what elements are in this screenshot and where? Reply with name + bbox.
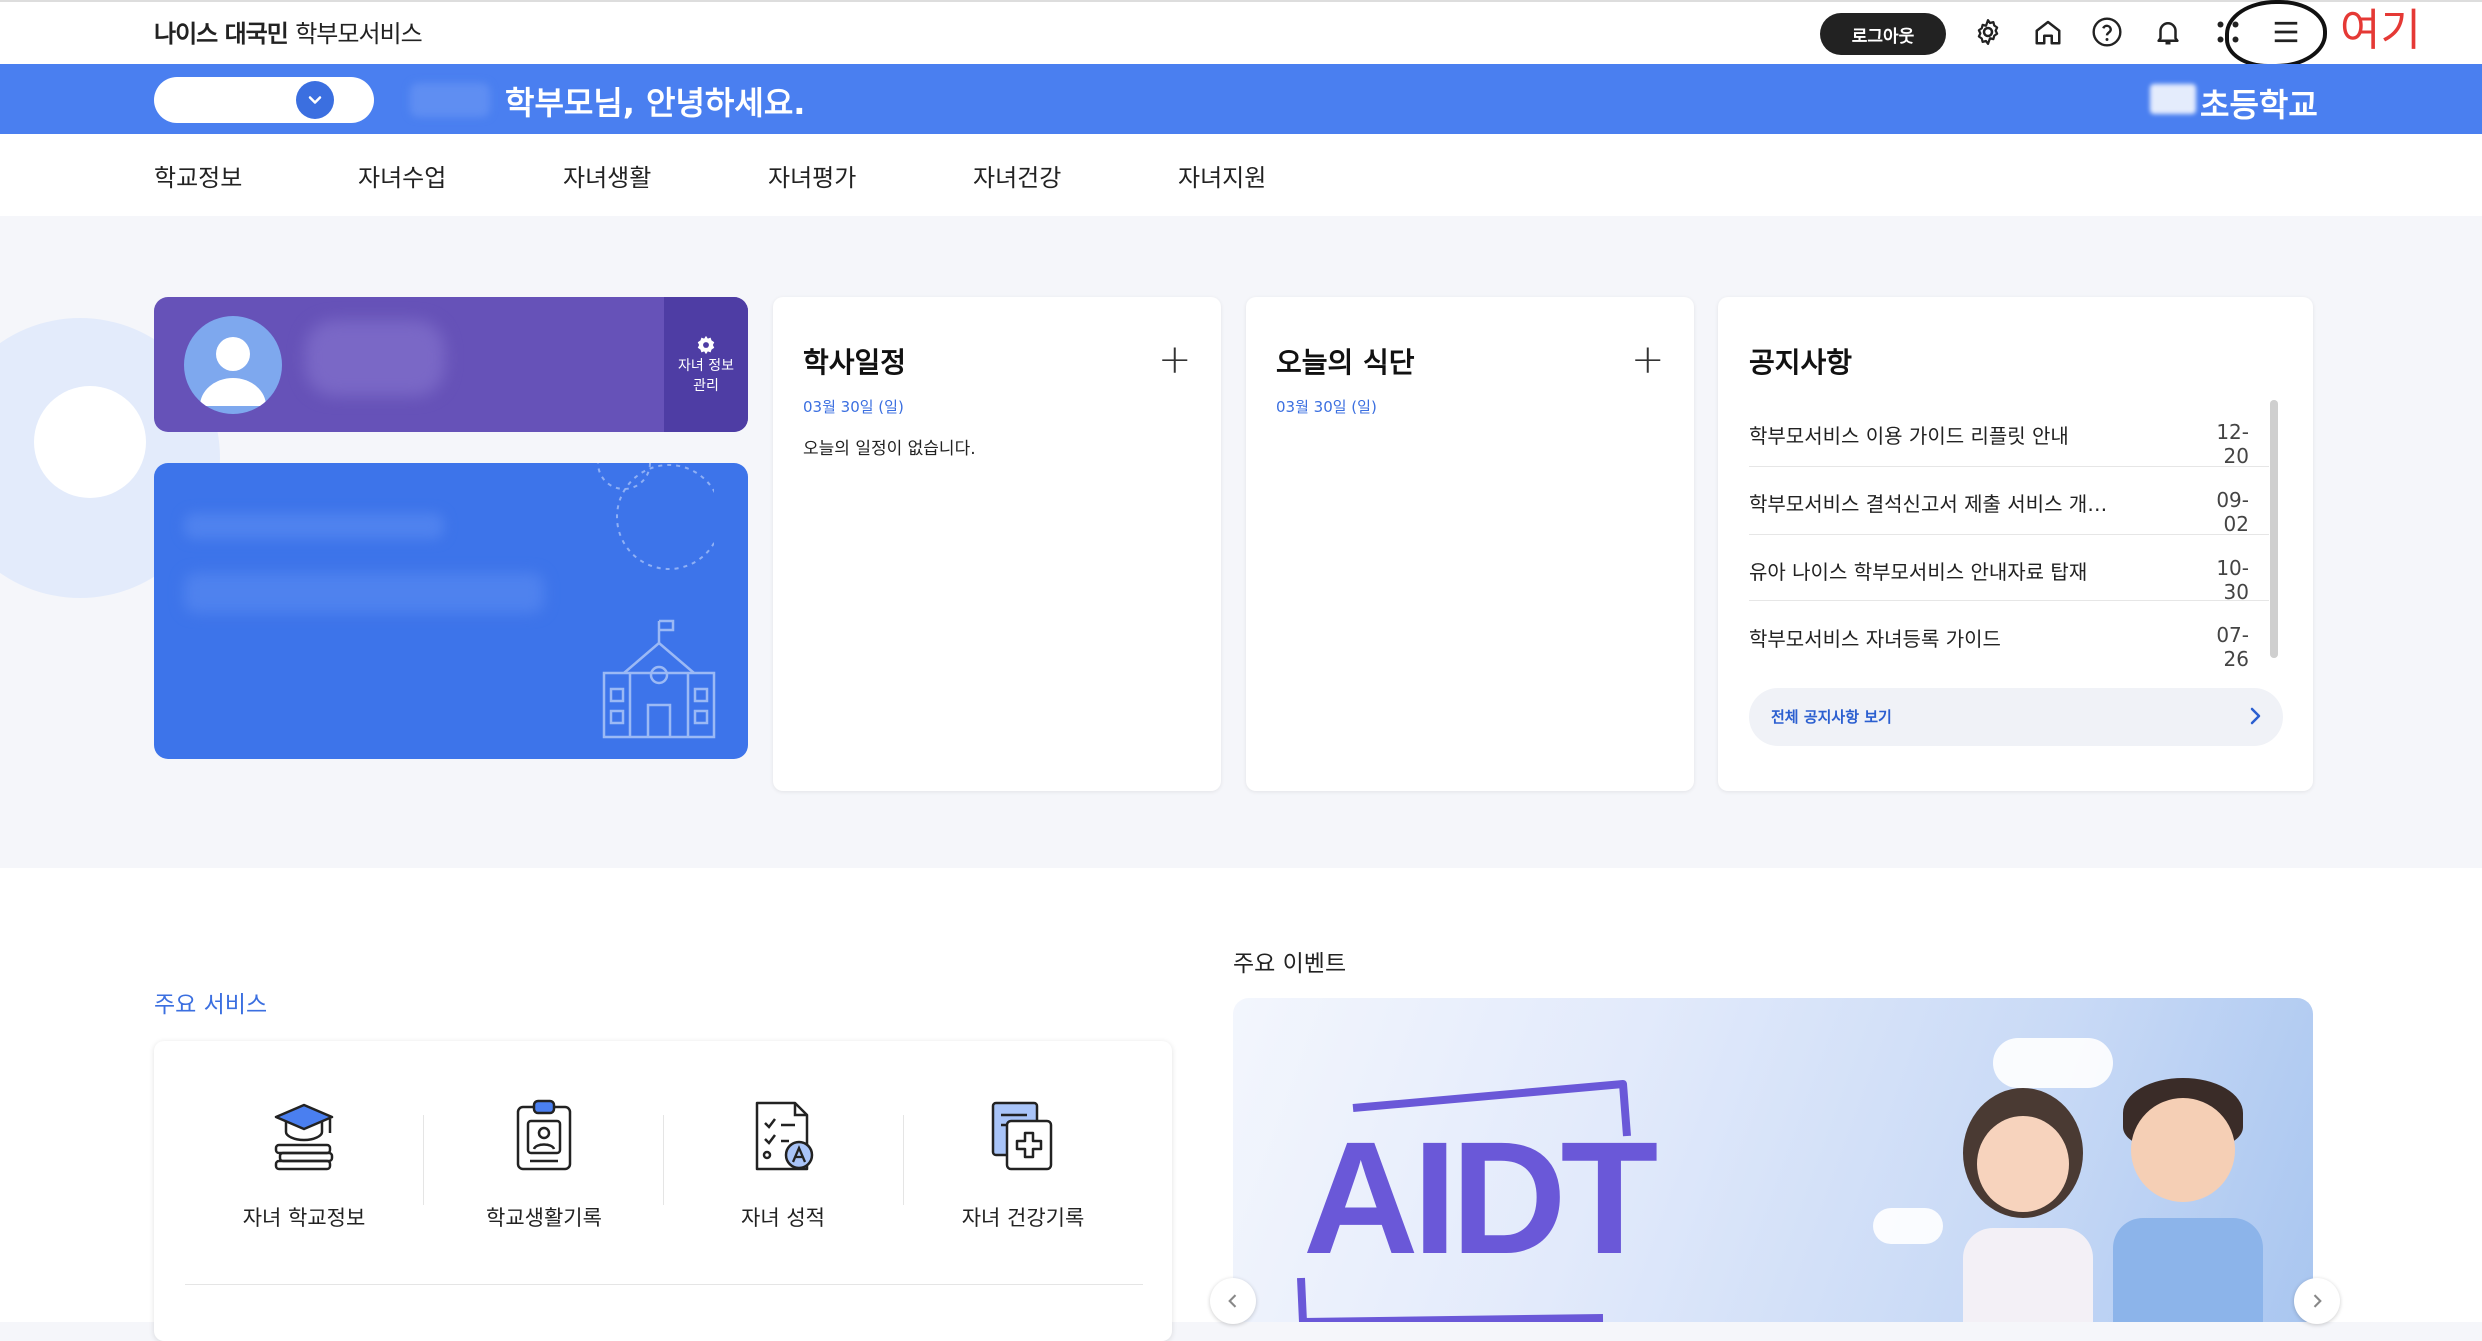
notice-date: 10-30 [2216, 556, 2249, 604]
graduation-books-icon[interactable] [264, 1095, 344, 1175]
service-child-grades[interactable]: 자녀 성적 [673, 1202, 893, 1232]
decorative-circle-inner [34, 386, 146, 498]
grade-checklist-icon[interactable] [743, 1095, 823, 1175]
service-school-life-record[interactable]: 학교생활기록 [434, 1202, 654, 1232]
home-icon[interactable] [2030, 14, 2066, 50]
nav-item-child-life[interactable]: 자녀생활 [563, 158, 651, 193]
manage-label-2: 관리 [693, 377, 719, 394]
notices-title: 공지사항 [1749, 346, 1853, 379]
notice-item[interactable]: 학부모서비스 자녀등록 가이드 [1749, 623, 2249, 652]
all-notices-button[interactable]: 전체 공지사항 보기 [1749, 688, 2283, 746]
carousel-next-button[interactable] [2294, 1278, 2340, 1324]
decorative-dashed-circles [597, 463, 714, 570]
school-name: 초등학교 [2200, 86, 2318, 124]
service-child-health-record[interactable]: 자녀 건강기록 [913, 1202, 1133, 1232]
blurred-child-name [410, 83, 490, 117]
help-icon[interactable] [2089, 14, 2125, 50]
divider [185, 1284, 1143, 1285]
notice-date: 07-26 [2216, 623, 2249, 671]
service-child-school-info[interactable]: 자녀 학교정보 [194, 1202, 414, 1232]
add-schedule-icon[interactable]: + [1158, 340, 1192, 380]
notice-date: 09-02 [2216, 488, 2249, 536]
nav-item-child-health[interactable]: 자녀건강 [973, 158, 1061, 193]
event-banner-title: AIDT [1303, 1108, 1658, 1287]
blurred-text [184, 573, 544, 613]
brand-light: 학부모서비스 [295, 20, 422, 48]
nav-item-school-info[interactable]: 학교정보 [154, 158, 242, 193]
child-select-dropdown[interactable] [154, 77, 374, 123]
student-boy-illustration [2113, 1078, 2263, 1322]
divider [1749, 600, 2269, 601]
divider [1749, 466, 2269, 467]
gear-icon[interactable] [1970, 14, 2006, 50]
clipboard-id-icon[interactable] [504, 1095, 584, 1175]
nav-item-child-evaluation[interactable]: 자녀평가 [768, 158, 856, 193]
add-meal-icon[interactable]: + [1631, 340, 1665, 380]
brand-bold: 나이스 대국민 [154, 20, 289, 48]
nav-item-child-support[interactable]: 자녀지원 [1178, 158, 1266, 193]
main-events-label: 주요 이벤트 [1233, 951, 1347, 977]
annotation-circle [2225, 0, 2327, 68]
greeting-text: 학부모님, 안녕하세요. [505, 84, 806, 122]
all-notices-label: 전체 공지사항 보기 [1771, 708, 1892, 726]
notice-item[interactable]: 학부모서비스 결석신고서 제출 서비스 개… [1749, 488, 2249, 517]
divider [423, 1115, 424, 1205]
divider [903, 1115, 904, 1205]
blurred-text [184, 513, 444, 539]
notice-date: 12-20 [2216, 420, 2249, 468]
event-banner[interactable]: AIDT [1233, 998, 2313, 1322]
child-info-manage-button[interactable]: 자녀 정보 관리 [664, 297, 748, 432]
gear-icon [697, 335, 715, 354]
cloud-decoration [1993, 1038, 2113, 1088]
schedule-empty-text: 오늘의 일정이 없습니다. [803, 439, 976, 459]
schedule-title: 학사일정 [803, 346, 907, 379]
meal-title: 오늘의 식단 [1276, 346, 1415, 379]
blurred-child-info [305, 320, 445, 396]
main-services-label: 주요 서비스 [154, 992, 268, 1018]
manage-label-1: 자녀 정보 [678, 357, 734, 374]
nav-item-child-class[interactable]: 자녀수업 [358, 158, 446, 193]
school-card[interactable] [154, 463, 748, 759]
chevron-right-icon [2243, 704, 2267, 732]
divider [1749, 534, 2269, 535]
brand-logo[interactable]: 나이스 대국민 학부모서비스 [154, 14, 423, 49]
carousel-prev-button[interactable] [1210, 1278, 1256, 1324]
schedule-date: 03월 30일 (일) [803, 398, 904, 416]
blurred-school-prefix [2150, 84, 2196, 114]
divider [663, 1115, 664, 1205]
notice-item[interactable]: 학부모서비스 이용 가이드 리플릿 안내 [1749, 420, 2249, 449]
notice-item[interactable]: 유아 나이스 학부모서비스 안내자료 탑재 [1749, 556, 2249, 585]
notices-scroll-thumb[interactable] [2270, 400, 2278, 658]
logout-button[interactable]: 로그아웃 [1820, 13, 1946, 55]
chevron-down-icon[interactable] [296, 81, 334, 119]
cloud-decoration [1873, 1208, 1943, 1244]
bell-icon[interactable] [2150, 14, 2186, 50]
student-girl-illustration [1963, 1088, 2093, 1322]
avatar [184, 316, 282, 414]
annotation-text: 여기 [2340, 5, 2421, 56]
meal-date: 03월 30일 (일) [1276, 398, 1377, 416]
school-building-icon [602, 619, 716, 739]
health-record-icon[interactable] [983, 1095, 1063, 1175]
